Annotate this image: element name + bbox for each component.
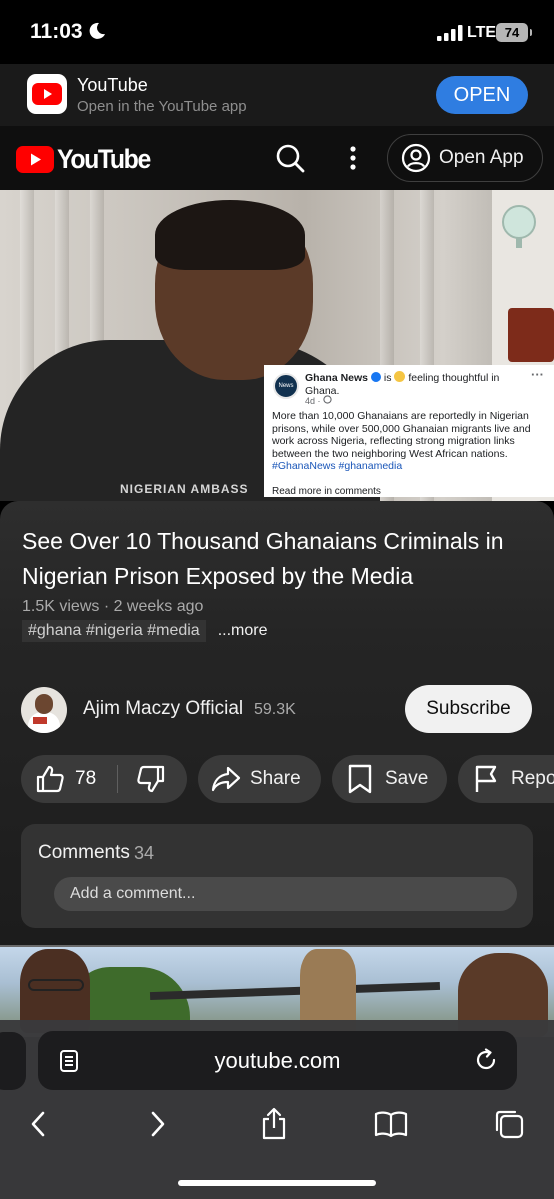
news-page-name: Ghana News [305,372,369,384]
book-icon [374,1111,408,1138]
safari-toolbar: youtube.com [0,1020,554,1199]
address-bar[interactable]: youtube.com [38,1031,517,1090]
share-icon [211,766,241,792]
like-count: 78 [75,768,97,789]
news-read-more: Read more in comments [272,486,381,497]
url-text: youtube.com [214,1048,341,1073]
verified-badge-icon [370,372,381,382]
like-button[interactable]: 78 [21,755,96,803]
news-hashtags: #GhanaNews #ghanamedia [272,460,403,472]
share-sheet-button[interactable] [254,1104,294,1144]
thumb-rifle [149,981,441,1001]
action-row: 78 Share Save Report [0,755,554,803]
avatar-face [35,694,53,714]
share-button[interactable]: Share [198,755,321,803]
forward-button[interactable] [138,1104,178,1144]
presenter-hair [155,200,305,270]
back-button[interactable] [18,1104,58,1144]
moon-icon [89,22,105,39]
report-label: Report [511,768,554,789]
video-meta: 1.5K views · 2 weeks ago [22,598,204,615]
share-sheet-icon [262,1107,286,1140]
app-install-banner: YouTube Open in the YouTube app OPEN [0,64,554,126]
video-title[interactable]: See Over 10 Thousand Ghanaians Criminals… [22,524,534,594]
status-time: 11:03 [30,20,83,43]
banner-subtitle: Open in the YouTube app [77,98,247,115]
save-label: Save [385,768,429,789]
save-button[interactable]: Save [332,755,447,803]
shirt-text: NIGERIAN AMBASS [120,482,249,496]
description-row[interactable]: #ghana #nigeria #media ...more [22,620,267,642]
account-icon [401,143,431,173]
chevron-left-icon [31,1111,45,1137]
channel-name[interactable]: Ajim Maczy Official [83,698,243,720]
thumbs-down-icon[interactable] [136,764,166,794]
comment-input[interactable]: Add a comment... [54,877,517,911]
logo-text: YouTube [57,144,151,174]
chevron-right-icon [151,1111,165,1137]
tabs-button[interactable] [489,1104,529,1144]
youtube-header: YouTube Open App [0,126,554,190]
home-indicator[interactable] [178,1180,376,1186]
more-options-icon[interactable] [341,142,365,174]
video-hashtags[interactable]: #ghana #nigeria #media [22,620,206,642]
comments-label: Comments [38,842,130,863]
open-button[interactable]: OPEN [436,76,528,114]
thumb-glasses [28,979,84,991]
like-divider [117,765,118,793]
fan-icon [502,205,536,248]
news-menu-icon: ··· [531,367,544,382]
like-dislike-pill: 78 [21,755,187,803]
bookmarks-button[interactable] [371,1104,411,1144]
browser-toolbar [0,1104,554,1144]
share-label: Share [250,768,301,789]
previous-tab-peek[interactable] [0,1032,26,1090]
video-player[interactable]: NIGERIAN AMBASS News Ghana News is feeli… [0,190,554,501]
comments-count: 34 [134,843,155,863]
thinking-emoji-icon [394,371,406,382]
video-info-panel: See Over 10 Thousand Ghanaians Criminals… [0,501,554,945]
globe-icon [323,395,332,404]
thumbs-up-icon [36,765,64,793]
news-page-avatar: News [273,373,299,399]
bookmark-icon [348,764,372,794]
network-label: LTE [467,24,497,41]
banner-title: YouTube [77,75,148,95]
battery-level: 74 [504,25,520,40]
activity-prefix: is [383,372,392,384]
avatar-logo [33,717,47,724]
news-post-header: Ghana News is feeling thoughtful in Ghan… [305,371,525,397]
status-bar: 11:03 LTE 74 [0,0,554,64]
news-body-text: More than 10,000 Ghanaians are reportedl… [272,410,531,460]
news-post-body: More than 10,000 Ghanaians are reportedl… [272,410,550,473]
news-time-text: 4d · [305,396,324,406]
youtube-logo[interactable]: YouTube [16,144,158,175]
battery-icon: 74 [496,23,532,42]
youtube-app-icon [27,74,67,114]
open-app-label: Open App [439,147,524,168]
flag-icon [475,765,497,792]
poster [508,308,554,362]
subscriber-count: 59.3K [254,701,296,718]
more-description-link[interactable]: ...more [218,622,268,640]
news-post-overlay: News Ghana News is feeling thoughtful in… [264,365,554,497]
report-button[interactable]: Report [458,755,554,803]
tabs-icon [495,1110,524,1139]
youtube-play-icon [16,146,54,173]
channel-avatar[interactable] [21,687,67,733]
signal-icon [437,25,463,41]
search-icon[interactable] [274,142,306,174]
news-post-time: 4d · [305,395,332,408]
subscribe-button[interactable]: Subscribe [405,685,532,733]
comments-section[interactable]: Comments 34 Add a comment... [21,824,533,928]
reload-icon[interactable] [474,1048,498,1072]
open-app-button[interactable]: Open App [387,134,543,182]
